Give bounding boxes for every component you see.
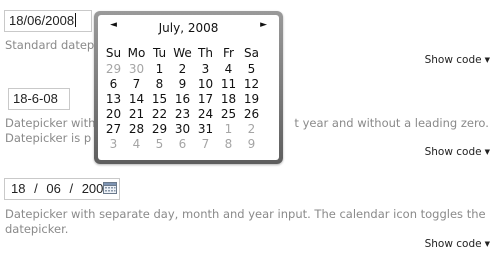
day-input[interactable]: 18 <box>11 181 25 196</box>
show-code-button-2[interactable]: Show code ▼ <box>425 146 490 158</box>
calendar-week-row: 27 28 29 30 31 1 2 <box>102 122 275 137</box>
calendar-week-row: 13 14 15 16 17 18 19 <box>102 92 275 107</box>
calendar-week-row: 20 21 22 23 24 25 26 <box>102 107 275 122</box>
description-short-line2: Datepicker is p <box>5 131 92 145</box>
calendar-day[interactable]: 14 <box>125 92 148 107</box>
calendar-day-other-month[interactable]: 1 <box>217 122 240 137</box>
calendar-day[interactable]: 17 <box>194 92 217 107</box>
calendar-day-other-month[interactable]: 6 <box>171 137 194 152</box>
calendar-day-other-month[interactable]: 7 <box>194 137 217 152</box>
date-input-short-value: 18-6-08 <box>13 91 58 106</box>
calendar-header: ◄ July, 2008 ► <box>98 15 279 37</box>
calendar-day[interactable]: 2 <box>171 62 194 77</box>
calendar-day-other-month[interactable]: 5 <box>148 137 171 152</box>
calendar-day[interactable]: 13 <box>102 92 125 107</box>
chevron-down-icon: ▼ <box>484 148 490 156</box>
calendar-day[interactable]: 23 <box>171 107 194 122</box>
description-split: Datepicker with separate day, month and … <box>5 207 497 237</box>
description-split-text: Datepicker with separate day, month and … <box>5 207 486 236</box>
date-input-standard-value: 18/06/2008 <box>9 13 75 28</box>
weekday-label: Sa <box>244 46 259 60</box>
month-input[interactable]: 06 <box>46 181 60 196</box>
show-code-button-3[interactable]: Show code ▼ <box>425 238 490 250</box>
show-code-label: Show code <box>424 238 482 250</box>
calendar-week-row: 6 7 8 9 10 11 12 <box>102 77 275 92</box>
calendar-day[interactable]: 3 <box>194 62 217 77</box>
calendar-day[interactable]: 24 <box>194 107 217 122</box>
calendar-day[interactable]: 22 <box>148 107 171 122</box>
calendar-day[interactable]: 10 <box>194 77 217 92</box>
calendar-day[interactable]: 18 <box>217 92 240 107</box>
calendar-day[interactable]: 6 <box>102 77 125 92</box>
show-code-label: Show code <box>424 54 482 66</box>
calendar-day[interactable]: 12 <box>240 77 263 92</box>
weekday-label: We <box>173 46 192 60</box>
calendar-day[interactable]: 27 <box>102 122 125 137</box>
chevron-down-icon: ▼ <box>484 240 490 248</box>
calendar-day[interactable]: 4 <box>217 62 240 77</box>
calendar-day[interactable]: 29 <box>148 122 171 137</box>
calendar-day[interactable]: 8 <box>148 77 171 92</box>
calendar-day[interactable]: 5 <box>240 62 263 77</box>
calendar-day-other-month[interactable]: 2 <box>240 122 263 137</box>
calendar-day[interactable]: 19 <box>240 92 263 107</box>
date-separator: / <box>34 181 38 196</box>
calendar-day[interactable]: 26 <box>240 107 263 122</box>
calendar-day[interactable]: 16 <box>171 92 194 107</box>
calendar-day[interactable]: 20 <box>102 107 125 122</box>
calendar-icon[interactable] <box>103 182 117 194</box>
text-caret <box>75 13 77 27</box>
calendar-day[interactable]: 28 <box>125 122 148 137</box>
weekday-label: Tu <box>152 46 167 60</box>
description-short-line1-end: t year and without a leading zero. <box>294 116 489 130</box>
calendar-day[interactable]: 31 <box>194 122 217 137</box>
calendar-day[interactable]: 15 <box>148 92 171 107</box>
date-input-short[interactable]: 18-6-08 <box>8 88 70 110</box>
calendar-day[interactable]: 7 <box>125 77 148 92</box>
datepicker-popup: ◄ July, 2008 ► Su Mo Tu We Th Fr Sa 29 30 1 2 3 4 5 6… <box>94 11 283 164</box>
weekday-header-row: Su Mo Tu We Th Fr Sa <box>102 46 275 62</box>
calendar-day[interactable]: 25 <box>217 107 240 122</box>
calendar-week-row: 3456789 <box>102 137 275 152</box>
next-month-button[interactable]: ► <box>260 20 267 30</box>
show-code-button-1[interactable]: Show code ▼ <box>425 54 490 66</box>
weekday-label: Th <box>198 46 213 60</box>
calendar-week-row: 29 30 1 2 3 4 5 <box>102 62 275 77</box>
show-code-label: Show code <box>424 146 482 158</box>
description-short-line1: Datepicker with <box>5 116 96 130</box>
calendar-day[interactable]: 30 <box>171 122 194 137</box>
calendar-day[interactable]: 9 <box>171 77 194 92</box>
calendar-day[interactable]: 21 <box>125 107 148 122</box>
weekday-label: Mo <box>127 46 146 60</box>
datepicker-body: ◄ July, 2008 ► Su Mo Tu We Th Fr Sa 29 30 1 2 3 4 5 6… <box>98 15 279 160</box>
calendar-day[interactable]: 11 <box>217 77 240 92</box>
weekday-label: Fr <box>223 46 234 60</box>
weekday-label: Su <box>105 46 122 60</box>
calendar-day-other-month[interactable]: 30 <box>125 62 148 77</box>
calendar-day[interactable]: 1 <box>148 62 171 77</box>
calendar-day-other-month[interactable]: 4 <box>125 137 148 152</box>
date-input-standard[interactable]: 18/06/2008 <box>4 10 92 32</box>
calendar-day-other-month[interactable]: 29 <box>102 62 125 77</box>
date-separator: / <box>69 181 74 196</box>
calendar-day-other-month[interactable]: 9 <box>240 137 263 152</box>
chevron-down-icon: ▼ <box>484 56 490 64</box>
calendar-month-title: July, 2008 <box>158 21 219 35</box>
calendar-day-other-month[interactable]: 8 <box>217 137 240 152</box>
calendar-day-other-month[interactable]: 3 <box>102 137 125 152</box>
